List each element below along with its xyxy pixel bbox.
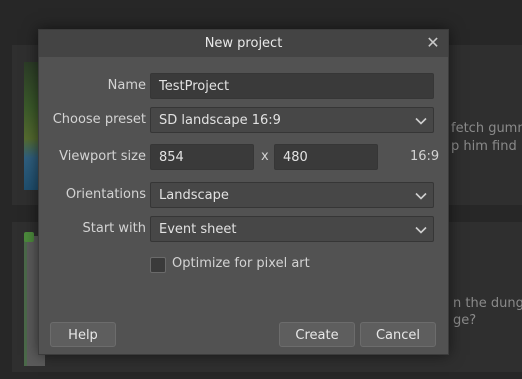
name-label: Name [107,78,146,93]
orientation-select[interactable]: Landscape [150,182,434,208]
chevron-down-icon [415,217,427,243]
viewport-ratio: 16:9 [410,149,440,164]
cancel-button[interactable]: Cancel [360,322,436,347]
preset-label: Choose preset [52,112,146,127]
chevron-down-icon [415,108,427,134]
orientation-label: Orientations [65,187,146,202]
viewport-height-input[interactable]: 480 [274,144,378,170]
start-with-label: Start with [82,221,146,236]
pixel-art-label: Optimize for pixel art [172,256,310,271]
start-with-select-value: Event sheet [159,222,237,237]
project-card-1-desc-line2: p him find hi [451,139,522,154]
close-icon[interactable]: ✕ [424,34,442,52]
viewport-separator: x [261,149,269,164]
chevron-down-icon [415,183,427,209]
dialog-title: New project [204,36,283,51]
viewport-width-input[interactable]: 854 [150,144,254,170]
create-button[interactable]: Create [279,322,355,347]
viewport-label: Viewport size [59,149,146,164]
project-card-2-desc-line1: n the dunge [453,296,522,311]
start-with-select[interactable]: Event sheet [150,216,434,242]
name-input[interactable]: TestProject [150,73,434,99]
new-project-dialog: New project ✕ Name TestProject Choose pr… [38,29,449,355]
pixel-art-checkbox[interactable] [150,257,166,273]
preset-select[interactable]: SD landscape 16:9 [150,107,434,133]
project-card-2-desc-line2: ge? [453,313,477,328]
orientation-select-value: Landscape [159,188,229,203]
project-card-1-desc-line1: fetch gumm [451,121,522,136]
preset-select-value: SD landscape 16:9 [159,113,281,128]
dialog-titlebar: New project [39,30,448,57]
help-button[interactable]: Help [50,322,116,347]
